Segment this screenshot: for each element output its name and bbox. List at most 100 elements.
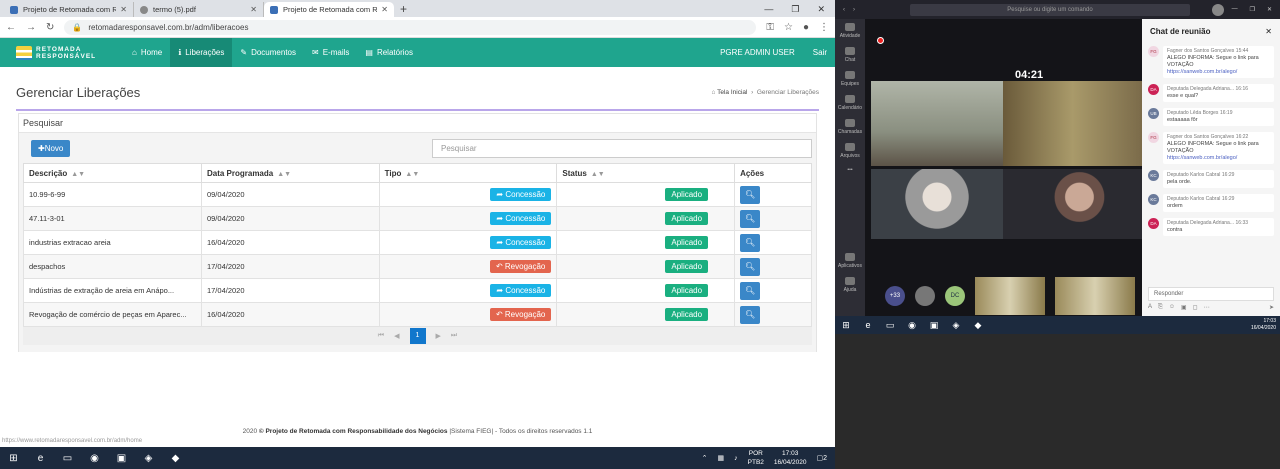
- chrome-icon[interactable]: ◉: [901, 316, 923, 334]
- sticker-icon[interactable]: ◻: [1193, 304, 1198, 311]
- menu-item-emails[interactable]: ✉ E-mails: [304, 38, 357, 67]
- forward-icon[interactable]: →: [26, 22, 36, 33]
- chat-link[interactable]: https://sanweb.com.br/alego/: [1167, 155, 1237, 161]
- more-participants-badge[interactable]: +33: [885, 285, 905, 306]
- col-data[interactable]: Data Programada ▲▼: [200, 163, 380, 183]
- video-tile[interactable]: [975, 276, 1045, 315]
- folder-icon[interactable]: ▭: [879, 316, 901, 334]
- col-tipo[interactable]: Tipo ▲▼: [378, 163, 558, 183]
- new-tab-icon[interactable]: +: [400, 2, 407, 17]
- rail-item-chamadas[interactable]: Chamadas: [835, 115, 865, 139]
- col-status[interactable]: Status ▲▼: [556, 163, 736, 183]
- col-descricao[interactable]: Descrição ▲▼: [23, 163, 202, 183]
- video-tile[interactable]: [1003, 169, 1142, 239]
- volume-icon[interactable]: ♪: [734, 455, 738, 462]
- view-button[interactable]: 🔍︎: [740, 281, 761, 300]
- rail-item-ajuda[interactable]: Ajuda: [835, 273, 865, 297]
- browser-tab-2[interactable]: termo (5).pdf ✕: [134, 2, 264, 17]
- menu-item-home[interactable]: ⌂ Home: [124, 38, 170, 67]
- video-tile[interactable]: [1055, 276, 1135, 315]
- view-button[interactable]: 🔍︎: [740, 233, 761, 252]
- back-icon[interactable]: ←: [6, 22, 16, 33]
- breadcrumb-home[interactable]: Tela Inicial: [717, 89, 747, 96]
- clock[interactable]: 17:03 16/04/2020: [774, 449, 807, 467]
- powerpoint-icon[interactable]: ▣: [108, 447, 135, 469]
- browser-tab-1[interactable]: Projeto de Retomada com Respo ✕: [4, 2, 134, 17]
- view-button[interactable]: 🔍︎: [740, 185, 761, 204]
- tray-chevron-icon[interactable]: ⌃: [702, 454, 708, 462]
- attach-icon[interactable]: ⎘: [1158, 304, 1163, 311]
- teams-search-input[interactable]: Pesquise ou digite um comando: [910, 3, 1190, 16]
- next-page-icon[interactable]: ▶: [436, 332, 441, 340]
- avatar[interactable]: DC: [945, 285, 965, 306]
- folder-icon[interactable]: ▭: [54, 447, 81, 469]
- powerpoint-icon[interactable]: ▣: [923, 316, 945, 334]
- footer-brand[interactable]: © Projeto de Retomada com Responsabilida…: [259, 428, 448, 435]
- close-window-icon[interactable]: ✕: [1267, 6, 1272, 13]
- teams-icon[interactable]: ◈: [135, 447, 162, 469]
- search-input[interactable]: Pesquisar: [432, 138, 812, 158]
- network-icon[interactable]: ▦: [718, 454, 725, 462]
- video-tile[interactable]: [871, 81, 1003, 166]
- notification-icon[interactable]: ▢2: [816, 454, 827, 462]
- language-indicator[interactable]: POR PTB2: [748, 449, 764, 467]
- video-tile[interactable]: [1003, 81, 1142, 166]
- more-icon[interactable]: ⋯: [1204, 304, 1210, 311]
- key-icon[interactable]: ⚿: [766, 22, 774, 33]
- user-name[interactable]: PGRE ADMIN USER: [720, 48, 795, 57]
- close-icon[interactable]: ✕: [120, 5, 127, 14]
- close-icon[interactable]: ✕: [381, 5, 388, 14]
- teams-icon[interactable]: ◈: [945, 316, 967, 334]
- logout-link[interactable]: Sair: [813, 48, 827, 57]
- browser-tab-3[interactable]: Projeto de Retomada com Respo✕: [264, 2, 394, 17]
- send-icon[interactable]: ➤: [1269, 304, 1274, 311]
- page-number[interactable]: 1: [409, 328, 426, 344]
- rail-item-atividade[interactable]: Atividade: [835, 19, 865, 43]
- url-field[interactable]: 🔒 retomadaresponsavel.com.br/adm/liberaco…: [64, 19, 757, 35]
- more-icon[interactable]: •••: [835, 163, 865, 187]
- edge-icon[interactable]: e: [857, 316, 879, 334]
- app-icon[interactable]: ◆: [967, 316, 989, 334]
- maximize-icon[interactable]: ❐: [1250, 6, 1255, 13]
- site-logo[interactable]: RETOMADA RESPONSÁVEL: [0, 38, 100, 67]
- star-icon[interactable]: ☆: [784, 22, 793, 33]
- clock[interactable]: 17:03 16/04/2020: [1251, 318, 1280, 332]
- last-page-icon[interactable]: ⏭: [451, 332, 457, 340]
- view-button[interactable]: 🔍︎: [740, 209, 761, 228]
- rail-item-arquivos[interactable]: Arquivos: [835, 139, 865, 163]
- view-button[interactable]: 🔍︎: [740, 305, 761, 324]
- minimize-icon[interactable]: —: [764, 2, 773, 17]
- windows-start-icon[interactable]: ⊞: [835, 316, 857, 334]
- forward-icon[interactable]: ›: [853, 7, 855, 13]
- windows-start-icon[interactable]: ⊞: [0, 447, 27, 469]
- menu-item-relatorios[interactable]: ▤ Relatórios: [357, 38, 421, 67]
- close-icon[interactable]: ✕: [1265, 27, 1272, 36]
- rail-item-chat[interactable]: Chat: [835, 43, 865, 67]
- chrome-icon[interactable]: ◉: [81, 447, 108, 469]
- app-icon[interactable]: ◆: [162, 447, 189, 469]
- rail-item-equipes[interactable]: Equipes: [835, 67, 865, 91]
- menu-item-documentos[interactable]: ✎ Documentos: [232, 38, 304, 67]
- view-button[interactable]: 🔍︎: [740, 257, 761, 276]
- menu-dots-icon[interactable]: ⋮: [819, 22, 829, 33]
- back-icon[interactable]: ‹: [843, 7, 845, 13]
- edge-icon[interactable]: e: [27, 447, 54, 469]
- close-icon[interactable]: ✕: [250, 5, 257, 14]
- gif-icon[interactable]: ▣: [1181, 304, 1187, 311]
- profile-icon[interactable]: ●: [803, 22, 809, 33]
- menu-item-liberacoes[interactable]: ℹ Liberações: [170, 38, 233, 67]
- first-page-icon[interactable]: ⏮: [378, 332, 384, 340]
- rail-item-calendario[interactable]: Calendário: [835, 91, 865, 115]
- avatar[interactable]: [915, 285, 935, 306]
- video-tile[interactable]: [871, 169, 1003, 239]
- chat-reply-input[interactable]: Responder: [1148, 287, 1274, 301]
- reload-icon[interactable]: ↻: [46, 22, 54, 33]
- avatar[interactable]: [1211, 3, 1224, 16]
- new-button[interactable]: ✚Novo: [31, 139, 71, 157]
- minimize-icon[interactable]: —: [1232, 6, 1238, 13]
- chat-link[interactable]: https://sanweb.com.br/alego/: [1167, 69, 1237, 75]
- format-icon[interactable]: A: [1148, 304, 1152, 311]
- maximize-icon[interactable]: ❐: [791, 2, 799, 17]
- close-window-icon[interactable]: ✕: [817, 2, 825, 17]
- rail-item-aplicativos[interactable]: Aplicativos: [835, 249, 865, 273]
